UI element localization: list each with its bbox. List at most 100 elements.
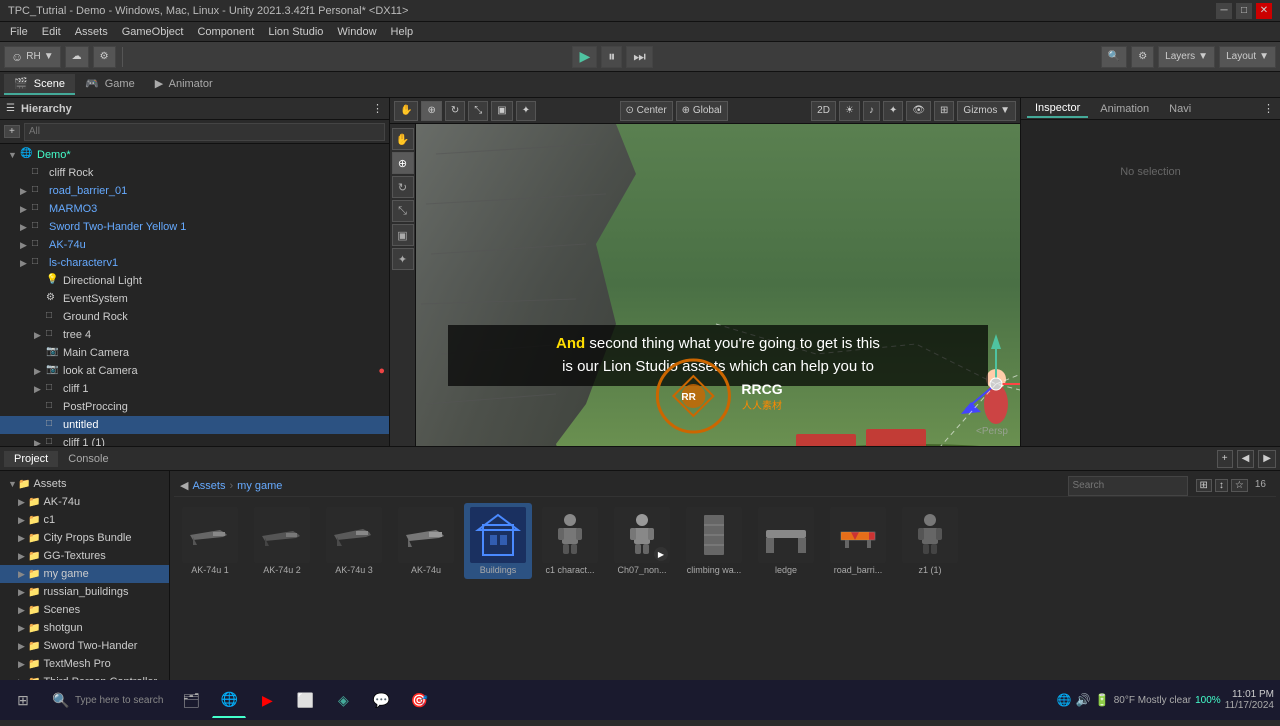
ft-shotgun[interactable]: ▶ 📁 shotgun	[0, 619, 169, 637]
scene-lighting-button[interactable]: ☀	[839, 101, 860, 121]
menu-file[interactable]: File	[4, 23, 34, 41]
hierarchy-item-untitled[interactable]: □ untitled	[0, 416, 389, 434]
asset-item-ak74u[interactable]: AK-74u	[392, 503, 460, 579]
asset-item-ak74u2[interactable]: AK-74u 2	[248, 503, 316, 579]
scene-rect-tool[interactable]: ▣	[491, 101, 512, 121]
hierarchy-item-cliff1-1[interactable]: ▶ □ cliff 1 (1)	[0, 434, 389, 446]
hierarchy-search-input[interactable]	[24, 123, 385, 141]
inspector-tab-inspector[interactable]: Inspector	[1027, 100, 1088, 118]
hierarchy-item-ak74u[interactable]: ▶ □ AK-74u	[0, 236, 389, 254]
scene-tool-rect[interactable]: ▣	[392, 224, 414, 246]
menu-help[interactable]: Help	[385, 23, 420, 41]
scene-tool-rotate[interactable]: ↻	[392, 176, 414, 198]
scene-overlay-button[interactable]: ⊞	[934, 101, 954, 121]
hierarchy-options-icon[interactable]: ⋮	[372, 102, 383, 115]
asset-item-roadbarrier[interactable]: road_barri...	[824, 503, 892, 579]
ft-gg-textures[interactable]: ▶ 📁 GG-Textures	[0, 547, 169, 565]
taskbar-search[interactable]: 🔍 Type here to search	[44, 682, 170, 718]
layout-button[interactable]: Layout▼	[1219, 46, 1276, 68]
path-assets-link[interactable]: Assets	[192, 480, 225, 492]
asset-search-input[interactable]	[1068, 476, 1188, 496]
menu-assets[interactable]: Assets	[69, 23, 114, 41]
ft-sword[interactable]: ▶ 📁 Sword Two-Hander	[0, 637, 169, 655]
hierarchy-item-cliffrock[interactable]: □ cliff Rock	[0, 164, 389, 182]
asset-item-buildings[interactable]: Buildings	[464, 503, 532, 579]
ft-ak74u[interactable]: ▶ 📁 AK-74u	[0, 493, 169, 511]
path-back-icon[interactable]: ◀	[180, 479, 188, 492]
hierarchy-item-marmo3[interactable]: ▶ □ MARMO3	[0, 200, 389, 218]
pause-button[interactable]: ⏸	[601, 46, 622, 68]
menu-lionstudio[interactable]: Lion Studio	[262, 23, 329, 41]
scene-rotate-tool[interactable]: ↻	[445, 101, 465, 121]
hierarchy-add-button[interactable]: +	[4, 125, 20, 138]
path-mygame-link[interactable]: my game	[237, 480, 282, 492]
collab-button[interactable]: ⚙	[1131, 46, 1154, 68]
scene-hand-tool[interactable]: ✋	[394, 101, 418, 121]
inspector-tab-animation[interactable]: Animation	[1092, 101, 1157, 117]
hierarchy-item-postproc[interactable]: □ PostProccing	[0, 398, 389, 416]
scene-global-toggle[interactable]: ⊕ Global	[676, 101, 728, 121]
asset-sort-button[interactable]: ↕	[1215, 479, 1228, 492]
taskbar-file-explorer[interactable]: 🗂	[174, 682, 208, 718]
scene-tool-move[interactable]: ⊕	[392, 152, 414, 174]
hierarchy-item-lookatcamera[interactable]: ▶ 📷 look at Camera ●	[0, 362, 389, 380]
project-nav-forward[interactable]: ▶	[1258, 450, 1276, 468]
ft-my-game[interactable]: ▶ 📁 my game	[0, 565, 169, 583]
hierarchy-item-road-barrier[interactable]: ▶ □ road_barrier_01	[0, 182, 389, 200]
scene-transform-tool[interactable]: ✦	[516, 101, 536, 121]
account-button[interactable]: ☺ RH ▼	[4, 46, 61, 68]
tab-console[interactable]: Console	[58, 451, 118, 467]
taskbar-discord[interactable]: 💬	[364, 682, 398, 718]
asset-item-ak74u3[interactable]: AK-74u 3	[320, 503, 388, 579]
taskbar-youtube[interactable]: ▶	[250, 682, 284, 718]
scene-2d-button[interactable]: 2D	[811, 101, 836, 121]
scene-move-tool[interactable]: ⊕	[421, 101, 441, 121]
ft-city-props[interactable]: ▶ 📁 City Props Bundle	[0, 529, 169, 547]
inspector-tab-navi[interactable]: Navi	[1161, 101, 1199, 117]
scene-tool-scale[interactable]: ⤡	[392, 200, 414, 222]
tab-animator[interactable]: ▶ Animator	[145, 74, 223, 95]
inspector-options-icon[interactable]: ⋮	[1263, 102, 1274, 115]
maximize-button[interactable]: □	[1236, 3, 1252, 19]
scene-scale-tool[interactable]: ⤡	[468, 101, 488, 121]
scene-audio-button[interactable]: ♪	[863, 101, 880, 121]
asset-view-icon-button[interactable]: ⊞	[1196, 479, 1212, 492]
ft-scenes[interactable]: ▶ 📁 Scenes	[0, 601, 169, 619]
scene-gizmos-button[interactable]: Gizmos ▼	[957, 101, 1016, 121]
asset-item-climbingwall[interactable]: climbing wa...	[680, 503, 748, 579]
scene-view[interactable]: <Persp And second thing what you're goin…	[416, 124, 1020, 446]
asset-item-ak74u1[interactable]: AK-74u 1	[176, 503, 244, 579]
ft-assets-root[interactable]: ▼ 📁 Assets	[0, 475, 169, 493]
hierarchy-item-dirlight[interactable]: 💡 Directional Light	[0, 272, 389, 290]
layers-button[interactable]: Layers▼	[1158, 46, 1215, 68]
taskbar-start-button[interactable]: ⊞	[6, 682, 40, 718]
tab-scene[interactable]: 🎬 Scene	[4, 74, 75, 95]
settings-button[interactable]: ⚙	[93, 46, 116, 68]
taskbar-vscode[interactable]: ◈	[326, 682, 360, 718]
step-button[interactable]: ⏭	[626, 46, 653, 68]
asset-item-z1[interactable]: z1 (1)	[896, 503, 964, 579]
scene-tool-hand[interactable]: ✋	[392, 128, 414, 150]
project-nav-back[interactable]: ◀	[1237, 450, 1255, 468]
minimize-button[interactable]: ─	[1216, 3, 1232, 19]
play-button[interactable]: ▶	[572, 46, 597, 68]
scene-hidden-button[interactable]: 👁	[906, 101, 931, 121]
menu-component[interactable]: Component	[191, 23, 260, 41]
ft-c1[interactable]: ▶ 📁 c1	[0, 511, 169, 529]
taskbar-extra1[interactable]: 🎯	[402, 682, 436, 718]
asset-filter-button[interactable]: ☆	[1231, 479, 1248, 492]
menu-edit[interactable]: Edit	[36, 23, 67, 41]
search-toolbar-button[interactable]: 🔍	[1101, 46, 1127, 68]
taskbar-unity[interactable]: ⬜	[288, 682, 322, 718]
scene-pivot-toggle[interactable]: ⊙ Center	[620, 101, 673, 121]
hierarchy-item-cliff1[interactable]: ▶ □ cliff 1	[0, 380, 389, 398]
scene-effects-button[interactable]: ✦	[883, 101, 903, 121]
project-add-button[interactable]: +	[1217, 450, 1233, 468]
menu-window[interactable]: Window	[331, 23, 382, 41]
hierarchy-item-groundrock[interactable]: □ Ground Rock	[0, 308, 389, 326]
ft-textmesh[interactable]: ▶ 📁 TextMesh Pro	[0, 655, 169, 673]
ft-russian-buildings[interactable]: ▶ 📁 russian_buildings	[0, 583, 169, 601]
hierarchy-item-maincamera[interactable]: 📷 Main Camera	[0, 344, 389, 362]
close-button[interactable]: ✕	[1256, 3, 1272, 19]
tab-project[interactable]: Project	[4, 451, 58, 467]
